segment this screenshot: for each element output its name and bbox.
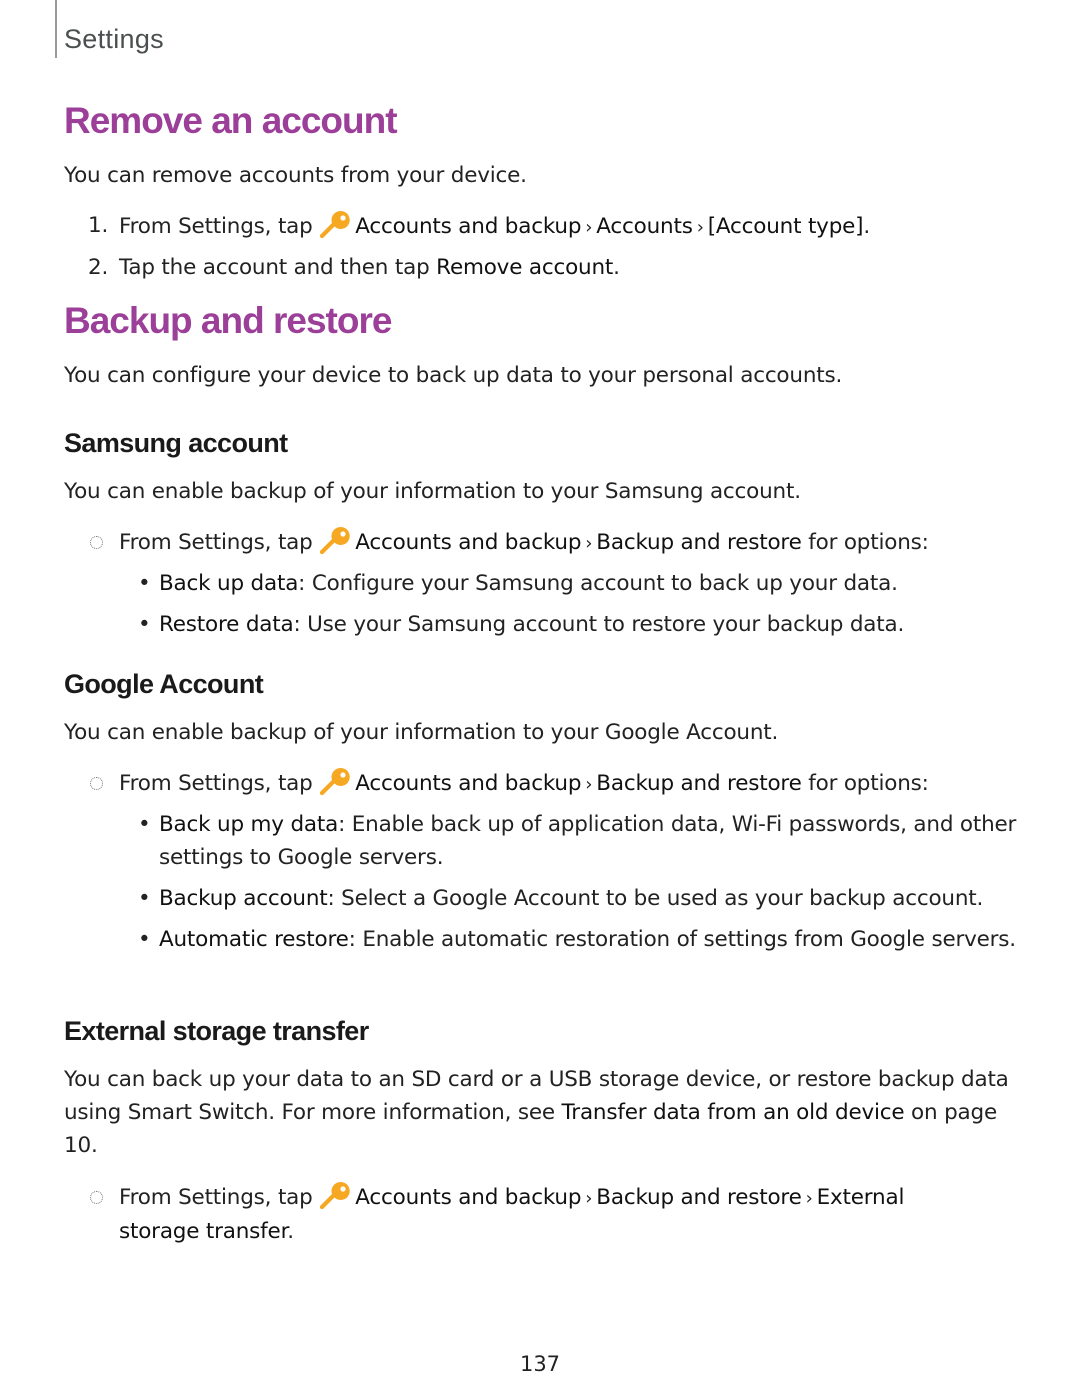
step-text: From Settings, tap [119, 530, 313, 555]
step-text: Tap the account and then tap [119, 255, 430, 280]
running-head: Settings [55, 0, 164, 58]
samsung-intro: You can enable backup of your informatio… [64, 479, 801, 504]
path-accounts[interactable]: Accounts [596, 214, 693, 239]
page-number: 137 [519, 1352, 561, 1376]
dotted-circle-icon [90, 777, 103, 790]
option-term: Restore data [159, 612, 294, 637]
step-number: 2. [88, 255, 109, 280]
path-backup-and-restore[interactable]: Backup and restore [596, 530, 802, 555]
path-backup-and-restore[interactable]: Backup and restore [596, 1185, 802, 1210]
chevron-right-icon: › [585, 533, 593, 554]
google-intro: You can enable backup of your informatio… [64, 720, 779, 745]
key-icon [319, 209, 353, 241]
transfer-data-link[interactable]: Transfer data from an old device [562, 1100, 905, 1125]
external-intro: You can back up your data to an SD card … [64, 1063, 1014, 1162]
subsection-title-samsung: Samsung account [64, 428, 288, 458]
dotted-circle-icon [90, 1191, 103, 1204]
step-suffix: for options: [801, 771, 929, 796]
option-term: Back up my data [159, 812, 339, 837]
path-accounts-and-backup[interactable]: Accounts and backup [355, 771, 581, 796]
bullet-icon: • [138, 571, 151, 596]
path-accounts-and-backup[interactable]: Accounts and backup [355, 214, 581, 239]
bullet-icon: • [138, 927, 151, 952]
option-desc: : Enable automatic restoration of settin… [348, 927, 1016, 952]
option-desc: : Use your Samsung account to restore yo… [293, 612, 905, 637]
subsection-title-google: Google Account [64, 669, 264, 699]
chevron-right-icon: › [585, 217, 593, 238]
step-text: From Settings, tap [119, 771, 313, 796]
step-text: From Settings, tap [119, 1185, 313, 1210]
path-backup-and-restore[interactable]: Backup and restore [596, 771, 802, 796]
subsection-title-external-storage: External storage transfer [64, 1016, 369, 1046]
option-desc: : Configure your Samsung account to back… [298, 571, 898, 596]
path-accounts-and-backup[interactable]: Accounts and backup [355, 530, 581, 555]
option-term: Automatic restore [159, 927, 349, 952]
step-number: 1. [88, 213, 109, 238]
step-text: From Settings, tap [119, 214, 313, 239]
bullet-icon: • [138, 812, 151, 837]
key-icon [319, 1180, 353, 1212]
step-suffix: . [863, 214, 871, 239]
bullet-icon: • [138, 612, 151, 637]
option-term: Backup account [159, 886, 328, 911]
path-account-type[interactable]: [Account type] [708, 214, 864, 239]
key-icon [319, 525, 353, 557]
bullet-icon: • [138, 886, 151, 911]
remove-account-intro: You can remove accounts from your device… [64, 163, 527, 188]
key-icon [319, 766, 353, 798]
chevron-right-icon: › [805, 1188, 813, 1209]
option-term: Back up data [159, 571, 299, 596]
running-head-label: Settings [64, 24, 164, 54]
section-title-remove-account: Remove an account [64, 100, 398, 141]
step-suffix: . [287, 1219, 294, 1244]
step-suffix: . [613, 255, 620, 280]
path-accounts-and-backup[interactable]: Accounts and backup [355, 1185, 581, 1210]
section-title-backup-restore: Backup and restore [64, 300, 392, 341]
chevron-right-icon: › [585, 774, 593, 795]
step-suffix: for options: [801, 530, 929, 555]
chevron-right-icon: › [585, 1188, 593, 1209]
dotted-circle-icon [90, 536, 103, 549]
backup-restore-intro: You can configure your device to back up… [64, 363, 843, 388]
option-desc: : Select a Google Account to be used as … [327, 886, 984, 911]
remove-account-target[interactable]: Remove account [436, 255, 613, 280]
chevron-right-icon: › [696, 217, 704, 238]
